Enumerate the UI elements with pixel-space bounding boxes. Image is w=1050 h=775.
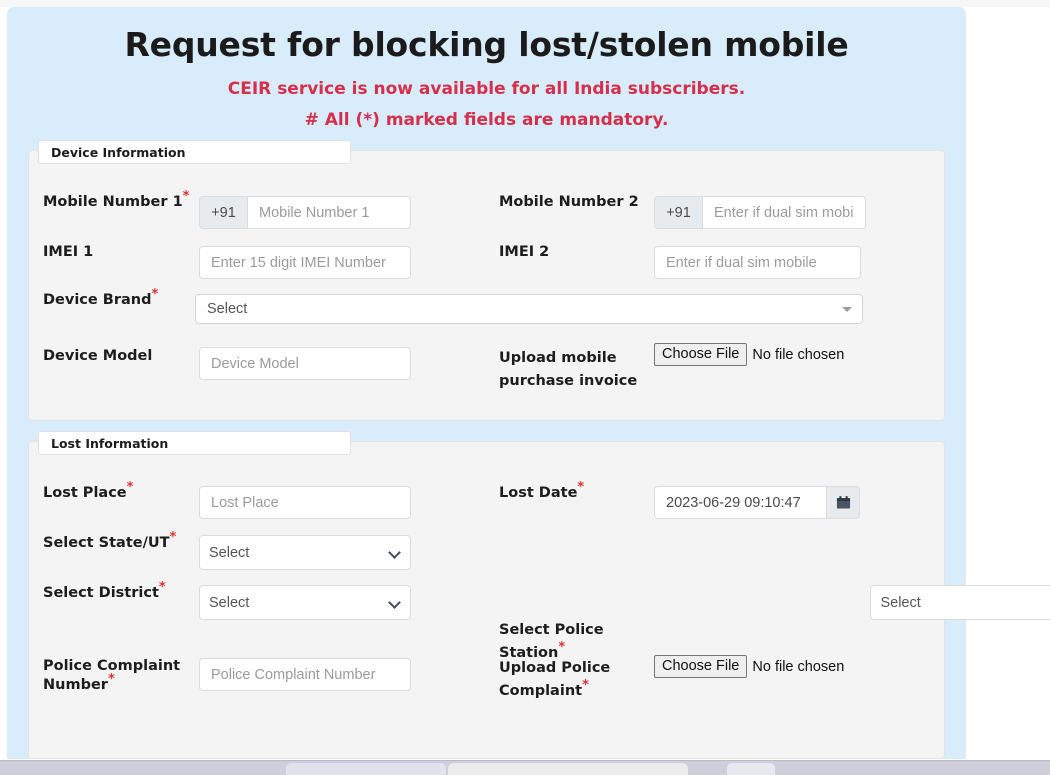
lost-date-group: [654, 486, 860, 519]
police-station-label-text: Select Police Station: [499, 622, 604, 661]
page-title: Request for blocking lost/stolen mobile: [124, 25, 849, 64]
complaint-number-input[interactable]: [199, 658, 411, 691]
calendar-icon: [836, 496, 850, 509]
mobile-number-2-label: Mobile Number 2: [499, 194, 639, 210]
mobile-number-2-input[interactable]: [702, 196, 866, 229]
imei-2-input[interactable]: [654, 246, 861, 279]
imei-2-label: IMEI 2: [499, 244, 550, 260]
district-select[interactable]: Select: [199, 585, 411, 620]
required-asterisk: *: [582, 678, 589, 694]
mobile-number-1-label: Mobile Number 1*: [43, 190, 198, 212]
required-asterisk: *: [169, 530, 177, 546]
choose-file-button-complaint[interactable]: Choose File: [654, 655, 748, 678]
lost-place-label-text: Lost Place: [43, 485, 127, 501]
taskbar-window-3[interactable]: [727, 763, 775, 775]
mobile-number-1-group: +91: [199, 196, 411, 229]
state-label-text: Select State/UT: [43, 535, 170, 551]
lost-information-card: Lost Information Lost Place* Lost Date*: [28, 431, 1050, 759]
lost-date-input[interactable]: [654, 486, 826, 519]
imei-1-input[interactable]: [199, 246, 411, 279]
required-asterisk: *: [558, 640, 566, 656]
upload-complaint-label: Upload Police Complaint*: [499, 657, 619, 703]
device-model-row: Device Model Upload mobile purchase invo…: [29, 343, 946, 397]
ceir-form-panel: Request for blocking lost/stolen mobile …: [7, 7, 1050, 759]
page-top-edge: [0, 0, 1050, 7]
taskbar-window-2[interactable]: [448, 763, 688, 775]
taskbar-window-1[interactable]: [286, 763, 446, 775]
device-model-input[interactable]: [199, 347, 411, 380]
choose-file-button-invoice[interactable]: Choose File: [654, 343, 748, 366]
required-asterisk: *: [107, 672, 115, 688]
lost-date-label: Lost Date*: [499, 481, 649, 503]
district-police-row: Select District* Select Select Police St…: [29, 581, 1050, 661]
mobile-number-1-label-text: Mobile Number 1: [43, 194, 183, 210]
invoice-file-status: No file chosen: [752, 346, 845, 363]
district-label: Select District*: [43, 581, 198, 603]
required-asterisk: *: [182, 189, 190, 205]
required-asterisk: *: [126, 480, 134, 496]
lost-information-legend: Lost Information: [38, 431, 351, 455]
state-label: Select State/UT*: [43, 531, 198, 553]
imei-row: IMEI 1 IMEI 2: [29, 243, 946, 293]
complaint-row: Police Complaint Number* Upload Police C…: [29, 655, 946, 707]
imei-1-label: IMEI 1: [43, 244, 94, 260]
mobile-number-2-group: +91: [654, 196, 866, 229]
police-station-select[interactable]: Select: [870, 585, 1050, 620]
device-brand-label-text: Device Brand: [43, 292, 152, 308]
device-brand-label: Device Brand*: [43, 288, 198, 310]
device-model-label: Device Model: [43, 348, 153, 364]
upload-invoice-file-input[interactable]: Choose File No file chosen: [654, 343, 844, 366]
device-information-card: Device Information Mobile Number 1* +91 …: [28, 140, 946, 421]
browser-viewport: Request for blocking lost/stolen mobile …: [0, 0, 1050, 775]
police-station-select-wrapper: Select: [870, 585, 1050, 620]
mandatory-fields-notice: # All (*) marked fields are mandatory.: [304, 110, 669, 130]
os-taskbar: [0, 760, 1050, 775]
upload-complaint-file-input[interactable]: Choose File No file chosen: [654, 655, 844, 678]
complaint-number-label: Police Complaint Number*: [43, 657, 198, 695]
state-select[interactable]: Select: [199, 535, 411, 570]
service-availability-notice: CEIR service is now available for all In…: [227, 79, 746, 99]
mobile-number-1-input[interactable]: [247, 196, 411, 229]
required-asterisk: *: [577, 480, 585, 496]
lost-place-date-row: Lost Place* Lost Date*: [29, 481, 946, 534]
required-asterisk: *: [158, 580, 166, 596]
state-row: Select State/UT* Select: [29, 531, 946, 584]
required-asterisk: *: [151, 287, 159, 303]
country-code-prefix-1: +91: [199, 196, 247, 229]
state-select-wrapper: Select: [199, 535, 411, 570]
chevron-down-icon: [842, 307, 852, 312]
upload-invoice-label: Upload mobile purchase invoice: [499, 350, 638, 389]
device-brand-select[interactable]: Select: [195, 294, 863, 324]
calendar-picker-button[interactable]: [826, 486, 860, 519]
device-information-legend: Device Information: [38, 140, 351, 164]
country-code-prefix-2: +91: [654, 196, 702, 229]
mobile-numbers-row: Mobile Number 1* +91 Mobile Number 2 +91: [29, 190, 946, 243]
district-label-text: Select District: [43, 585, 159, 601]
district-select-wrapper: Select: [199, 585, 411, 620]
complaint-file-status: No file chosen: [752, 658, 845, 675]
upload-complaint-label-text: Upload Police Complaint: [499, 660, 611, 699]
lost-place-label: Lost Place*: [43, 481, 198, 503]
lost-place-input[interactable]: [199, 486, 411, 519]
device-brand-selected-value: Select: [207, 301, 248, 317]
device-brand-row: Device Brand* Select: [29, 288, 946, 341]
lost-date-label-text: Lost Date: [499, 485, 578, 501]
